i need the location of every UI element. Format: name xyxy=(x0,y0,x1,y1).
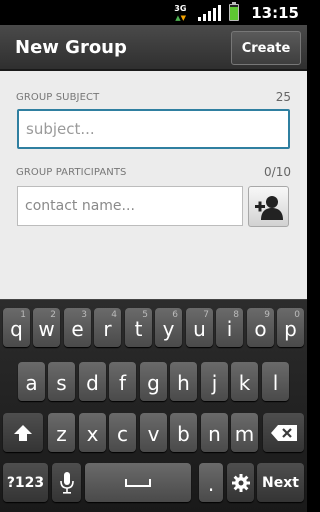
group-form: GROUP SUBJECT 25 GROUP PARTICIPANTS 0/10 xyxy=(0,71,307,299)
subject-input[interactable] xyxy=(17,109,290,149)
space-icon xyxy=(125,478,151,487)
key-label: t xyxy=(134,317,143,341)
key-hint: 9 xyxy=(264,310,270,320)
subject-char-counter: 25 xyxy=(275,90,291,104)
key-label: d xyxy=(86,371,99,395)
key-e[interactable]: 3e xyxy=(64,308,91,347)
key-label: c xyxy=(117,422,128,446)
signal-icon xyxy=(198,4,222,21)
key-a[interactable]: a xyxy=(18,362,45,401)
key-k[interactable]: k xyxy=(231,362,258,401)
group-subject-label: GROUP SUBJECT xyxy=(16,92,100,103)
data-activity-icon: ▲▼ xyxy=(175,13,187,22)
key-label: . xyxy=(207,472,215,496)
soft-keyboard: 1q 2w 3e 4r 5t 6y 7u 8i 9o 0p a s d f g … xyxy=(0,299,307,512)
key-s[interactable]: s xyxy=(48,362,75,401)
key-label: g xyxy=(147,371,160,395)
participants-counter: 0/10 xyxy=(264,165,291,179)
key-l[interactable]: l xyxy=(262,362,289,401)
key-label: m xyxy=(234,422,255,446)
voice-input-key[interactable] xyxy=(52,463,81,502)
key-label: ?123 xyxy=(6,474,45,491)
settings-key[interactable] xyxy=(227,463,254,502)
key-label: r xyxy=(103,317,112,341)
key-q[interactable]: 1q xyxy=(3,308,30,347)
shift-icon xyxy=(14,424,32,441)
key-m[interactable]: m xyxy=(231,413,258,452)
network-type: 3G xyxy=(174,3,187,13)
key-hint: 7 xyxy=(203,310,209,320)
key-t[interactable]: 5t xyxy=(125,308,152,347)
key-hint: 3 xyxy=(81,310,87,320)
settings-icon xyxy=(231,473,250,492)
key-g[interactable]: g xyxy=(140,362,167,401)
add-contact-icon xyxy=(254,195,283,220)
key-label: f xyxy=(118,371,127,395)
key-label: v xyxy=(147,422,160,446)
contact-name-input[interactable] xyxy=(17,186,243,226)
title-bar: New Group Create xyxy=(0,25,307,71)
key-w[interactable]: 2w xyxy=(33,308,60,347)
key-b[interactable]: b xyxy=(170,413,197,452)
key-u[interactable]: 7u xyxy=(186,308,213,347)
key-c[interactable]: c xyxy=(109,413,136,452)
key-label: x xyxy=(86,422,99,446)
key-label: k xyxy=(238,371,251,395)
add-contact-button[interactable] xyxy=(248,186,289,227)
key-p[interactable]: 0p xyxy=(277,308,304,347)
key-y[interactable]: 6y xyxy=(155,308,182,347)
key-hint: 0 xyxy=(294,310,300,320)
key-label: q xyxy=(10,317,23,341)
shift-key[interactable] xyxy=(3,413,43,452)
key-label: o xyxy=(254,317,267,341)
backspace-icon xyxy=(270,424,297,441)
key-label: u xyxy=(193,317,206,341)
backspace-key[interactable] xyxy=(263,413,304,452)
next-key[interactable]: Next xyxy=(257,463,304,502)
key-d[interactable]: d xyxy=(79,362,106,401)
key-label: y xyxy=(162,317,175,341)
symbols-key[interactable]: ?123 xyxy=(3,463,48,502)
key-label: p xyxy=(284,317,297,341)
key-label: a xyxy=(25,371,38,395)
key-hint: 2 xyxy=(50,310,56,320)
battery-level xyxy=(230,6,239,20)
status-bar: 3G ▲▼ 13:15 xyxy=(0,0,307,25)
microphone-icon xyxy=(59,471,74,494)
key-label: j xyxy=(211,371,218,395)
key-label: s xyxy=(56,371,67,395)
key-o[interactable]: 9o xyxy=(247,308,274,347)
key-i[interactable]: 8i xyxy=(216,308,243,347)
key-j[interactable]: j xyxy=(201,362,228,401)
key-label: l xyxy=(272,371,279,395)
key-label: h xyxy=(177,371,190,395)
key-v[interactable]: v xyxy=(140,413,167,452)
key-label: z xyxy=(56,422,67,446)
key-x[interactable]: x xyxy=(79,413,106,452)
key-f[interactable]: f xyxy=(109,362,136,401)
key-label: n xyxy=(208,422,221,446)
key-r[interactable]: 4r xyxy=(94,308,121,347)
page-title: New Group xyxy=(15,37,127,58)
key-hint: 5 xyxy=(142,310,148,320)
period-key[interactable]: . xyxy=(199,463,223,502)
clock: 13:15 xyxy=(251,3,299,22)
key-hint: 6 xyxy=(172,310,178,320)
network-3g-icon: 3G ▲▼ xyxy=(174,3,190,23)
group-participants-label: GROUP PARTICIPANTS xyxy=(16,167,127,178)
space-key[interactable] xyxy=(85,463,191,502)
key-label: e xyxy=(71,317,84,341)
key-hint: 8 xyxy=(233,310,239,320)
create-button[interactable]: Create xyxy=(231,31,301,65)
key-z[interactable]: z xyxy=(48,413,75,452)
key-label: Next xyxy=(262,474,299,491)
key-label: i xyxy=(226,317,233,341)
key-n[interactable]: n xyxy=(201,413,228,452)
key-h[interactable]: h xyxy=(170,362,197,401)
battery-icon xyxy=(229,2,240,21)
key-label: w xyxy=(38,317,55,341)
key-label: b xyxy=(177,422,190,446)
key-hint: 1 xyxy=(20,310,26,320)
key-hint: 4 xyxy=(111,310,117,320)
